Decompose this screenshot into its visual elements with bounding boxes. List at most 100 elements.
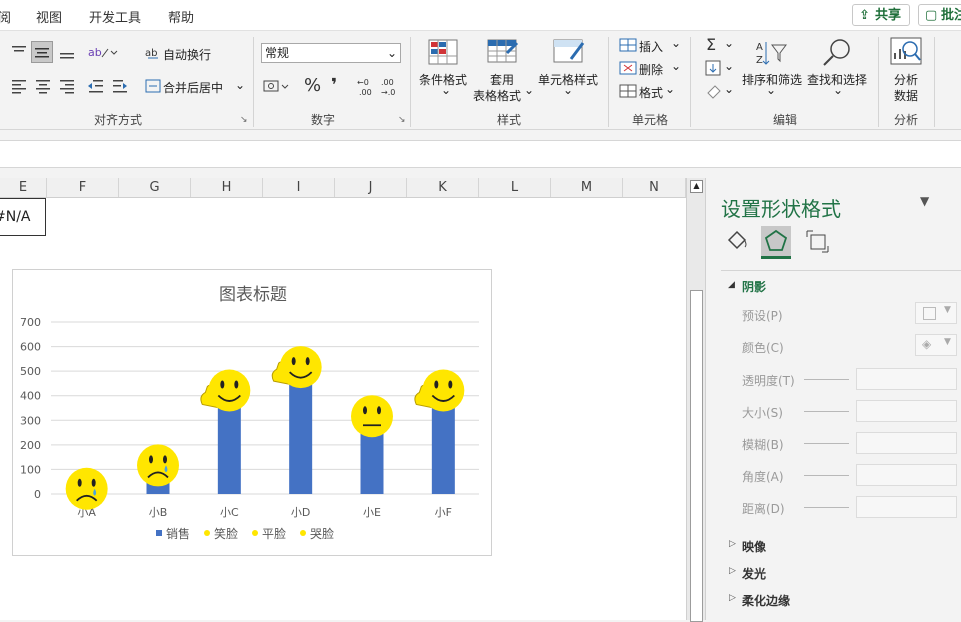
insert-cells-icon (619, 37, 637, 56)
color-dropdown[interactable]: ◈ ▼ (915, 334, 957, 356)
currency-format-icon[interactable] (263, 78, 291, 97)
comments-button[interactable]: ▢ 批注 (918, 4, 961, 26)
menu-view[interactable]: 视图 (36, 7, 62, 26)
legend-label: 笑脸 (214, 526, 238, 541)
angle-slider[interactable] (804, 475, 849, 476)
number-format-dropdown[interactable]: 常规 ⌄ (261, 43, 401, 63)
orientation-icon[interactable]: ab (88, 43, 118, 64)
column-header-j[interactable]: J (335, 178, 407, 197)
blur-input[interactable] (856, 432, 957, 454)
expand-triangle-icon[interactable]: ▷ (729, 566, 736, 576)
transparency-input[interactable] (856, 368, 957, 390)
expand-triangle-icon[interactable]: ▷ (729, 539, 736, 549)
column-header-e[interactable]: E (0, 178, 47, 197)
chevron-down-icon: ⌄ (766, 83, 777, 97)
fill-icon[interactable] (705, 60, 723, 79)
sort-filter-icon[interactable]: AZ (756, 39, 788, 70)
align-middle-icon[interactable] (31, 41, 53, 63)
transparency-label: 透明度(T) (742, 374, 795, 388)
find-select-icon[interactable] (820, 37, 854, 70)
chevron-down-icon: ⌄ (235, 78, 246, 92)
preset-dropdown[interactable]: ▼ (915, 302, 957, 324)
align-center-icon[interactable] (34, 78, 52, 97)
column-header-k[interactable]: K (407, 178, 479, 197)
smiley-thumbs-up-icon (271, 346, 322, 389)
scroll-up-icon[interactable]: ▲ (690, 180, 703, 193)
size-input[interactable] (856, 400, 957, 422)
align-top-icon[interactable] (10, 43, 28, 62)
preset-icon (923, 307, 936, 320)
distance-label: 距离(D) (742, 502, 785, 516)
x-tick-label: 小F (435, 506, 452, 519)
size-properties-tab-icon[interactable] (804, 228, 830, 257)
reflection-section-title[interactable]: 映像 (742, 538, 766, 555)
menu-help[interactable]: 帮助 (168, 7, 194, 26)
ribbon: ab ab 自动换行 合并后居中 ⌄ 对齐方式 ↘ 常规 ⌄ % ❜ ←0.00… (0, 31, 961, 130)
scroll-thumb[interactable] (690, 290, 703, 622)
bar (289, 371, 313, 494)
chevron-down-icon[interactable]: ▼ (920, 194, 929, 208)
comma-style-icon[interactable]: ❜ (331, 75, 337, 96)
percent-style-icon[interactable]: % (304, 75, 321, 96)
distance-input[interactable] (856, 496, 957, 518)
conditional-format-icon[interactable] (428, 39, 458, 68)
autosum-icon[interactable]: Σ (706, 35, 716, 54)
increase-decimal-icon[interactable]: ←0.00 (356, 76, 376, 101)
column-header-l[interactable]: L (479, 178, 551, 197)
chevron-down-icon: ⌄ (386, 46, 397, 60)
vertical-scrollbar[interactable]: ▲ (686, 178, 705, 622)
chart-area[interactable]: 图表标题 0 100 200 300 400 500 600 700 小A 小B 小C 小D 小E 小F 销… (12, 269, 492, 556)
blur-slider[interactable] (804, 443, 849, 444)
glow-section-title[interactable]: 发光 (742, 565, 766, 582)
chart-plot: 0100200300400500600700小A 小B 小C 小D 小E 小F销售 笑脸 平脸… (20, 316, 479, 541)
share-button[interactable]: ⇪ 共享 (852, 4, 910, 26)
menu-developer[interactable]: 开发工具 (89, 7, 141, 26)
menu-review[interactable]: 阅 (0, 7, 11, 26)
column-header-h[interactable]: H (191, 178, 263, 197)
size-slider[interactable] (804, 411, 849, 412)
analyze-data-icon[interactable] (890, 37, 924, 70)
angle-input[interactable] (856, 464, 957, 486)
smiley-thumbs-up-icon (414, 369, 465, 412)
analyze-data-label-2[interactable]: 数据 (894, 87, 918, 104)
delete-cells-label: 删除 (639, 63, 664, 77)
soft-edges-section-title[interactable]: 柔化边缘 (742, 592, 790, 609)
format-as-table-label-2[interactable]: 表格格式 (473, 87, 521, 104)
chevron-down-icon: ⌄ (524, 83, 535, 97)
formula-bar[interactable] (0, 140, 961, 168)
chevron-down-icon: ⌄ (833, 83, 844, 97)
expand-triangle-icon[interactable]: ▷ (729, 593, 736, 603)
dialog-launcher-icon[interactable]: ↘ (240, 115, 248, 125)
shadow-section-title[interactable]: 阴影 (742, 278, 766, 295)
group-separator (253, 37, 254, 127)
group-separator (410, 37, 411, 127)
transparency-slider[interactable] (804, 379, 849, 380)
decrease-indent-icon[interactable] (87, 78, 105, 97)
align-left-icon[interactable] (10, 78, 28, 97)
column-header-f[interactable]: F (47, 178, 119, 197)
sad-face-icon (65, 467, 108, 510)
column-header-m[interactable]: M (551, 178, 623, 197)
column-header-g[interactable]: G (119, 178, 191, 197)
format-as-table-label-1[interactable]: 套用 (490, 71, 514, 88)
align-bottom-icon[interactable] (58, 43, 76, 64)
increase-indent-icon[interactable] (111, 78, 129, 97)
collapse-triangle-icon[interactable]: ◢ (728, 280, 735, 290)
clear-icon[interactable] (705, 83, 723, 102)
fill-line-tab-icon[interactable] (724, 228, 750, 257)
effects-tab-icon[interactable] (761, 226, 791, 256)
format-as-table-icon[interactable] (487, 39, 519, 68)
cell-e-value[interactable]: #N/A (0, 198, 46, 236)
column-header-i[interactable]: I (263, 178, 335, 197)
chevron-down-icon: ⌄ (671, 59, 682, 73)
analyze-data-label-1[interactable]: 分析 (894, 71, 918, 88)
column-header-n[interactable]: N (623, 178, 686, 197)
cell-styles-icon[interactable] (553, 39, 585, 68)
y-tick-label: 300 (20, 414, 41, 427)
align-right-icon[interactable] (58, 78, 76, 97)
distance-slider[interactable] (804, 507, 849, 508)
merge-center-label: 合并后居中 (163, 81, 224, 95)
decrease-decimal-icon[interactable]: .00 →.0 (380, 76, 402, 101)
dialog-launcher-icon[interactable]: ↘ (398, 115, 406, 125)
styles-group-label: 样式 (497, 113, 522, 127)
